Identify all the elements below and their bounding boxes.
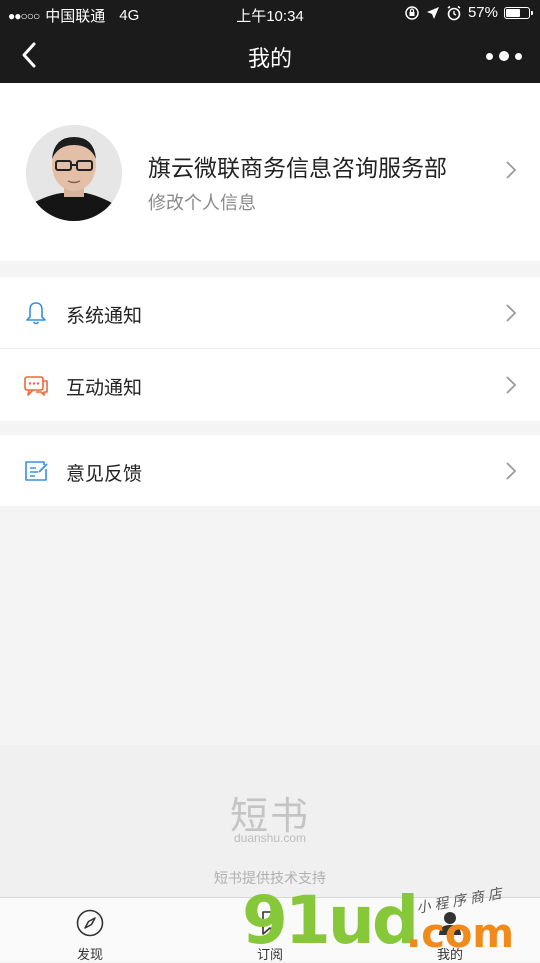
bell-icon bbox=[26, 302, 46, 325]
page-title: 我的 bbox=[247, 46, 292, 71]
menu-item-system-notifications[interactable]: 系统通知 bbox=[0, 277, 540, 348]
menu-item-label: 系统通知 bbox=[66, 306, 143, 327]
tab-label: 我的 bbox=[436, 947, 463, 962]
tech-support-text: 短书提供技术支持 bbox=[214, 870, 326, 886]
avatar-portrait bbox=[26, 125, 122, 221]
more-dot bbox=[486, 52, 493, 60]
battery-fill bbox=[506, 8, 520, 17]
tab-mine[interactable]: 我的 bbox=[360, 898, 540, 962]
bookmark-icon bbox=[262, 911, 278, 935]
brand-domain: duanshu.com bbox=[233, 831, 307, 845]
edit-profile-link[interactable]: 修改个人信息 bbox=[148, 189, 256, 215]
alarm-clock-icon bbox=[447, 5, 461, 20]
profile-name: 旗云微联商务信息咨询服务部 bbox=[148, 155, 447, 181]
chevron-right-icon bbox=[506, 376, 517, 394]
tab-subscriptions[interactable]: 订阅 bbox=[180, 898, 360, 962]
notifications-group: 系统通知 互动通知 bbox=[0, 277, 540, 421]
menu-item-label: 互动通知 bbox=[66, 378, 143, 399]
feedback-edit-icon bbox=[25, 461, 48, 481]
battery-percentage: 57% bbox=[467, 4, 498, 21]
tab-bar: 发现 订阅 我的 bbox=[0, 897, 540, 962]
user-icon bbox=[439, 912, 461, 935]
battery-icon bbox=[504, 6, 533, 19]
more-options-icon[interactable] bbox=[486, 46, 522, 66]
more-dot-center bbox=[499, 51, 509, 61]
compass-icon bbox=[76, 909, 104, 937]
avatar bbox=[26, 125, 122, 221]
feedback-group: 意见反馈 bbox=[0, 435, 540, 506]
chevron-right-icon bbox=[506, 462, 517, 480]
navigation-bar: 我的 bbox=[0, 28, 540, 83]
menu-item-label: 意见反馈 bbox=[66, 464, 143, 485]
tab-label: 发现 bbox=[76, 947, 103, 962]
menu-item-interaction-notifications[interactable]: 互动通知 bbox=[0, 348, 540, 420]
chat-bubbles-icon bbox=[24, 376, 48, 396]
menu-item-feedback[interactable]: 意见反馈 bbox=[0, 435, 540, 506]
chevron-right-icon bbox=[506, 304, 517, 322]
tab-discover[interactable]: 发现 bbox=[0, 898, 180, 962]
profile-card[interactable]: 旗云微联商务信息咨询服务部 修改个人信息 bbox=[0, 83, 540, 261]
chevron-right-icon bbox=[506, 161, 517, 179]
rotation-lock-icon bbox=[405, 5, 419, 20]
status-right: 57% bbox=[404, 4, 533, 21]
more-dot bbox=[515, 52, 522, 60]
status-bar: ●●○○○ 中国联通 4G 上午10:34 57% bbox=[0, 0, 540, 28]
branding-footer: 短书 duanshu.com 短书提供技术支持 bbox=[0, 745, 540, 897]
tab-label: 订阅 bbox=[256, 947, 283, 962]
location-arrow-icon bbox=[426, 6, 439, 19]
